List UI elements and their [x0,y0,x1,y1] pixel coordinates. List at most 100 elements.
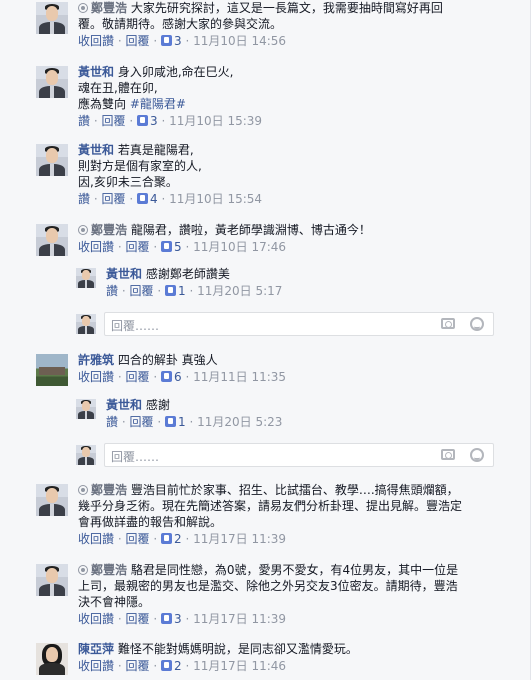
comment-text: 身入卯咸池,命在巳火, [117,65,234,79]
reply-link[interactable]: 回覆 [126,659,150,673]
comment-actions: 收回讚 · 回覆 · 3 · 11月10日 14:56 [78,34,287,48]
unlike-link[interactable]: 收回讚 [78,532,114,546]
reply-link[interactable]: 回覆 [130,284,154,298]
camera-icon[interactable] [441,318,455,329]
comment-text: 因,亥卯未三合聚。 [78,175,178,189]
like-icon [165,285,176,296]
timestamp[interactable]: 11月20日 5:23 [197,415,282,429]
reply-link[interactable]: 回覆 [130,415,154,429]
unlike-link[interactable]: 收回讚 [78,659,114,673]
timestamp[interactable]: 11月10日 15:39 [169,114,262,128]
unlike-link[interactable]: 收回讚 [78,34,114,48]
avatar [76,445,96,465]
comment-text: 則對方是個有家室的人, [78,159,202,173]
reply-link[interactable]: 回覆 [126,34,150,48]
like-count[interactable]: 2 [174,532,182,546]
timestamp[interactable]: 11月10日 17:46 [193,240,286,254]
emoji-icon[interactable] [470,317,484,331]
like-link[interactable]: 讚 [78,192,90,206]
like-link[interactable]: 讚 [106,284,118,298]
timestamp[interactable]: 11月17日 11:39 [193,612,286,626]
unlike-link[interactable]: 收回讚 [78,612,114,626]
unlike-link[interactable]: 收回讚 [78,240,114,254]
author-name[interactable]: 鄭豐浩 [91,223,127,237]
reply-box: 回覆…… [76,443,494,467]
reply-placeholder: 回覆…… [111,319,160,333]
author-name[interactable]: 許雅筑 [78,353,114,367]
reply-link[interactable]: 回覆 [126,370,150,384]
reply-input[interactable]: 回覆…… [104,312,494,336]
avatar[interactable] [76,399,96,419]
author-name[interactable]: 黃世和 [106,267,142,281]
like-icon [161,371,172,382]
like-count[interactable]: 3 [174,34,182,48]
comment-text: 駱君是同性戀，為0號，愛男不愛女，有4位男友，其中一位是 [130,563,459,577]
reply-link[interactable]: 回覆 [126,240,150,254]
author-name[interactable]: 鄭豐浩 [91,563,127,577]
like-icon [137,193,148,204]
author-name[interactable]: 鄭豐浩 [91,483,127,497]
comment-text: 魂在丑,體在卯, [78,81,158,95]
comment-actions: 讚 · 回覆 · 1 · 11月20日 5:23 [106,415,283,429]
comment-thread: 鄭豐浩 大家先研究探討，這又是一長篇文，我需要抽時間寫好再回 覆。敬請期待。感謝… [0,0,531,680]
like-count[interactable]: 4 [150,192,158,206]
like-count[interactable]: 2 [174,659,182,673]
author-name[interactable]: 黃世和 [106,398,142,412]
comment: 許雅筑 四合的解卦 真強人 收回讚 · 回覆 · 6 · 11月11日 11:3… [36,352,524,386]
comment: 鄭豐浩 龍陽君，讚啦，黃老師學識淵博、博古通今！ 收回讚 · 回覆 · 5 · … [36,222,524,256]
like-count[interactable]: 5 [174,240,182,254]
verified-icon [78,225,88,235]
like-count[interactable]: 6 [174,370,182,384]
verified-icon [78,485,88,495]
reply-placeholder: 回覆…… [111,450,160,464]
like-count[interactable]: 3 [174,612,182,626]
like-count[interactable]: 1 [178,284,186,298]
like-link[interactable]: 讚 [78,114,90,128]
timestamp[interactable]: 11月17日 11:46 [193,659,286,673]
avatar[interactable] [36,66,68,98]
comment-text: 感謝 [145,398,170,412]
unlike-link[interactable]: 收回讚 [78,370,114,384]
camera-icon[interactable] [441,449,455,460]
like-link[interactable]: 讚 [106,415,118,429]
avatar[interactable] [36,643,68,675]
reply-input[interactable]: 回覆…… [104,443,494,467]
author-name[interactable]: 黃世和 [78,143,114,157]
comment-text: 幾乎分身乏術。現在先簡述答案，請易友們分析卦理、提出見解。豐浩定 [78,499,463,513]
timestamp[interactable]: 11月10日 14:56 [193,34,286,48]
comment-text: 大家先研究探討，這又是一長篇文，我需要抽時間寫好再回 [130,1,443,15]
avatar[interactable] [36,224,68,256]
reply-link[interactable]: 回覆 [126,612,150,626]
like-icon [161,613,172,624]
avatar[interactable] [36,144,68,176]
timestamp[interactable]: 11月20日 5:17 [197,284,282,298]
avatar[interactable] [36,354,68,386]
like-count[interactable]: 3 [150,114,158,128]
hashtag-link[interactable]: #龍陽君# [130,97,186,111]
avatar[interactable] [36,564,68,596]
timestamp[interactable]: 11月11日 11:35 [193,370,286,384]
reply-comment: 黃世和 感謝鄭老師讚美 讚 · 回覆 · 1 · 11月20日 5:17 [76,266,524,299]
emoji-icon[interactable] [470,448,484,462]
reply-link[interactable]: 回覆 [126,532,150,546]
avatar[interactable] [36,2,68,34]
avatar[interactable] [76,268,96,288]
like-icon [161,35,172,46]
reply-link[interactable]: 回覆 [102,114,126,128]
comment-text: 應為雙向 [78,97,130,111]
like-icon [161,660,172,671]
like-icon [161,241,172,252]
comment-text: 上司，最親密的男友也是濫交、除他之外另交友3位密友。請期待，豐浩 [78,579,458,593]
reply-link[interactable]: 回覆 [102,192,126,206]
timestamp[interactable]: 11月10日 15:54 [169,192,262,206]
timestamp[interactable]: 11月17日 11:39 [193,532,286,546]
author-name[interactable]: 陳亞萍 [78,642,114,656]
author-name[interactable]: 黃世和 [78,65,114,79]
comment: 鄭豐浩 駱君是同性戀，為0號，愛男不愛女，有4位男友，其中一位是 上司，最親密的… [36,562,524,627]
author-name[interactable]: 鄭豐浩 [91,1,127,15]
avatar[interactable] [36,484,68,516]
comment-actions: 收回讚 · 回覆 · 5 · 11月10日 17:46 [78,240,287,254]
comment-actions: 讚 · 回覆 · 1 · 11月20日 5:17 [106,284,283,298]
comment: 黃世和 若真是龍陽君, 則對方是個有家室的人, 因,亥卯未三合聚。 讚 · 回覆… [36,142,524,207]
like-count[interactable]: 1 [178,415,186,429]
